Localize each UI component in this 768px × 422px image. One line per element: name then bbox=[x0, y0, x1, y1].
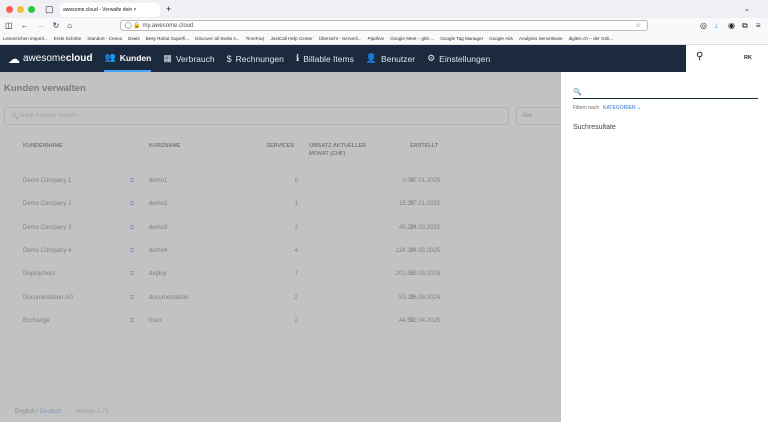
bookmark-item[interactable]: Lesezeichen importi... bbox=[3, 36, 48, 41]
tab-overview-icon[interactable]: ▢ bbox=[45, 4, 54, 15]
user-icon: 👤 bbox=[365, 53, 378, 63]
bookmark-item[interactable]: digitec.ch – der Onli... bbox=[569, 36, 613, 41]
browser-titlebar: ▢ awesome.cloud - Verwalte dein × + ⌄ bbox=[0, 0, 768, 18]
nav-item-label: Benutzer bbox=[381, 53, 416, 64]
nav-item-rechnungen[interactable]: $ Rechnungen bbox=[227, 45, 284, 72]
bookmark-item[interactable]: Besy Robot Superfi... bbox=[146, 36, 189, 41]
nav-item-benutzer[interactable]: 👤 Benutzer bbox=[366, 45, 415, 72]
dollar-icon: $ bbox=[226, 53, 232, 64]
sidebar-icon[interactable]: ◫ bbox=[5, 21, 13, 30]
home-icon[interactable]: ⌂ bbox=[67, 21, 72, 30]
search-icon[interactable]: ⚲ bbox=[696, 51, 703, 62]
bookmark-item[interactable]: TimeFac| bbox=[246, 36, 265, 41]
account-icon[interactable]: ◉ bbox=[728, 21, 735, 30]
logo-text-b: cloud bbox=[65, 53, 93, 64]
menu-icon[interactable]: ≡ bbox=[756, 21, 761, 30]
nav-item-einstellungen[interactable]: ⚙ Einstellungen bbox=[427, 45, 490, 72]
bookmark-item[interactable]: Pipdrive bbox=[368, 36, 385, 41]
forward-icon[interactable]: → bbox=[37, 21, 45, 30]
chart-icon: ▦ bbox=[163, 53, 172, 63]
bookmark-item[interactable]: Übersicht - Serverli... bbox=[319, 36, 362, 41]
nav-item-label: Kunden bbox=[119, 52, 152, 63]
bookmark-item[interactable]: Google Tag Manager bbox=[440, 36, 483, 41]
nav-item-billable-items[interactable]: ℹ Billable Items bbox=[296, 45, 354, 72]
chevron-down-icon[interactable]: ⌄ bbox=[744, 5, 750, 13]
bookmark-item[interactable]: Deals bbox=[128, 36, 140, 41]
category-value: KATEGORIEN bbox=[603, 105, 636, 111]
maximize-window-icon[interactable] bbox=[28, 5, 35, 13]
close-window-icon[interactable] bbox=[6, 5, 13, 13]
bookmark-item[interactable]: Analytics ServerBase bbox=[519, 36, 563, 41]
modal-backdrop[interactable] bbox=[0, 72, 561, 422]
search-results-label: Suchresultate bbox=[573, 124, 616, 131]
tab-title: awesome.cloud - Verwalte dein × bbox=[63, 7, 137, 13]
bookmark-item[interactable]: Standort - Ceeva bbox=[87, 36, 122, 41]
bookmark-item[interactable]: Google Meet – gkb-... bbox=[390, 36, 434, 41]
filter-label: Filtern nach bbox=[573, 105, 600, 111]
panel-filter: Filtern nach KATEGORIEN ⌄ bbox=[573, 105, 641, 111]
minimize-window-icon[interactable] bbox=[17, 5, 24, 13]
pocket-icon[interactable]: ◎ bbox=[700, 21, 707, 30]
bookmark-item[interactable]: Discover all Swiss s... bbox=[195, 36, 239, 41]
app-navbar: ☁ awesome cloud 👥 Kunden ▦ Verbrauch $ Rechnun… bbox=[0, 45, 768, 72]
nav-item-verbrauch[interactable]: ▦ Verbrauch bbox=[163, 45, 214, 72]
url-text: my.awesome.cloud bbox=[142, 22, 194, 29]
bookmark-star-icon[interactable]: ☆ bbox=[636, 22, 641, 29]
nav-item-label: Billable Items bbox=[303, 53, 354, 64]
nav-item-label: Verbrauch bbox=[175, 53, 215, 64]
bookmark-item[interactable]: Google Ads bbox=[489, 36, 513, 41]
search-icon: 🔍 bbox=[573, 88, 582, 96]
nav-item-label: Einstellungen bbox=[439, 53, 491, 64]
reload-icon[interactable]: ↻ bbox=[53, 21, 60, 30]
avatar[interactable]: RK bbox=[741, 51, 755, 65]
new-tab-icon[interactable]: + bbox=[166, 4, 171, 14]
download-icon[interactable]: ↓ bbox=[714, 21, 718, 30]
search-panel: 🔍 Filtern nach KATEGORIEN ⌄ Suchresultate bbox=[561, 72, 768, 422]
back-icon[interactable]: ← bbox=[21, 21, 29, 30]
category-dropdown[interactable]: KATEGORIEN ⌄ bbox=[603, 105, 641, 111]
lock-icon: 🔒 bbox=[133, 23, 141, 29]
bookmarks-bar: Lesezeichen importi... Erste Schritte Stan… bbox=[0, 33, 768, 45]
panel-search-input[interactable]: 🔍 bbox=[573, 85, 758, 99]
cloud-logo-icon: ☁ bbox=[8, 51, 20, 66]
browser-tab[interactable]: awesome.cloud - Verwalte dein × bbox=[60, 3, 160, 17]
app-logo[interactable]: ☁ awesome cloud bbox=[8, 52, 92, 66]
gear-icon: ⚙ bbox=[427, 53, 436, 63]
shield-icon: ◯ bbox=[125, 23, 132, 29]
nav-item-label: Rechnungen bbox=[235, 53, 284, 64]
logo-text-a: awesome bbox=[23, 53, 66, 64]
extensions-icon[interactable]: ⧉ bbox=[742, 21, 748, 31]
nav-item-kunden[interactable]: 👥 Kunden bbox=[104, 45, 152, 72]
bookmark-item[interactable]: Erste Schritte bbox=[54, 36, 82, 41]
users-icon: 👥 bbox=[104, 52, 116, 62]
info-icon: ℹ bbox=[295, 53, 300, 63]
url-bar[interactable]: ◯ 🔒 my.awesome.cloud ☆ bbox=[120, 20, 648, 31]
bookmark-item[interactable]: JustCall Help Center bbox=[270, 36, 312, 41]
help-icon[interactable]: ? bbox=[719, 52, 725, 63]
